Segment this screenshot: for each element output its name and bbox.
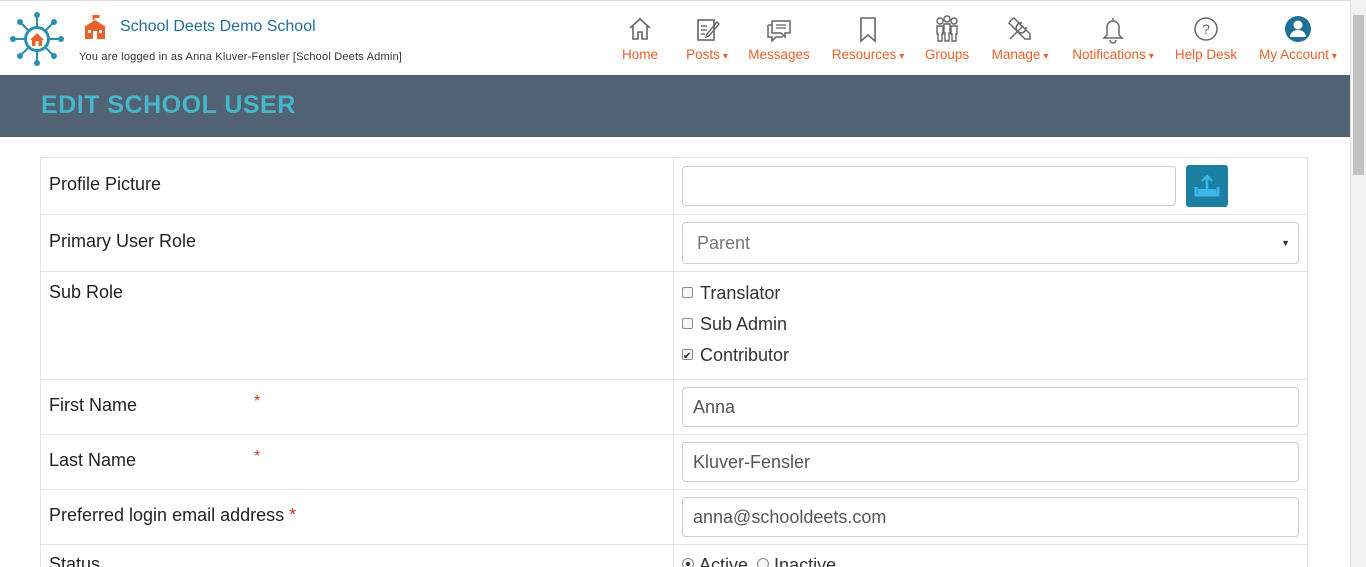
- form-control-cell: Parent ▼: [673, 214, 1308, 272]
- page-scrollbar[interactable]: [1350, 0, 1366, 567]
- nav-home-label: Home: [621, 47, 658, 62]
- form-row-email: Preferred login email address * anna@sch…: [40, 489, 1308, 545]
- groups-icon: [936, 15, 958, 42]
- form-control-cell: anna@schooldeets.com: [673, 489, 1308, 545]
- status-inactive-radio[interactable]: [757, 558, 770, 567]
- primary-role-value: Parent: [697, 233, 751, 253]
- nav-notifications-label: Notifications: [1072, 47, 1146, 62]
- nav-messages-label: Messages: [748, 47, 810, 62]
- upload-icon: [1194, 174, 1220, 197]
- school-deets-logo-icon[interactable]: [8, 11, 66, 67]
- scrollbar-thumb[interactable]: [1353, 15, 1364, 175]
- home-icon: [629, 17, 651, 40]
- status-label: Status: [49, 554, 101, 567]
- select-caret-icon: ▼: [1281, 238, 1290, 248]
- school-name[interactable]: School Deets Demo School: [120, 18, 316, 36]
- first-name-input[interactable]: Anna: [682, 387, 1299, 427]
- last-name-label: Last Name: [49, 450, 137, 470]
- nav-manage-label: Manage: [991, 47, 1041, 62]
- form-control-cell: Active Inactive: [673, 544, 1308, 567]
- last-name-input[interactable]: Kluver-Fensler: [682, 442, 1299, 482]
- nav-my-account-label: My Account: [1259, 47, 1329, 62]
- form-row-sub-role: Sub Role Translator Sub Admin Contributo…: [40, 271, 1308, 380]
- status-inactive-label: Inactive: [774, 555, 837, 567]
- logged-in-status: You are logged in as Anna Kluver-Fensler…: [79, 51, 403, 63]
- chevron-down-icon: ▾: [1043, 51, 1049, 62]
- profile-picture-label: Profile Picture: [49, 174, 162, 194]
- first-name-label: First Name: [49, 395, 138, 415]
- nav-my-account[interactable]: My Account ▾: [1254, 14, 1342, 70]
- translator-checkbox[interactable]: [682, 286, 693, 298]
- form-label-cell: Status: [40, 544, 674, 567]
- form-control-cell: Kluver-Fensler: [673, 434, 1308, 490]
- form-control-cell: [673, 157, 1308, 215]
- help-icon: ?: [1194, 17, 1218, 41]
- nav-help-desk-label: Help Desk: [1174, 47, 1238, 62]
- form-label-cell: Profile Picture: [40, 157, 674, 215]
- page-title: EDIT SCHOOL USER: [41, 91, 296, 119]
- translator-label: Translator: [700, 283, 781, 303]
- sub-role-option-translator[interactable]: Translator: [682, 282, 780, 304]
- chevron-down-icon: ▾: [1148, 51, 1154, 62]
- required-marker: *: [289, 505, 297, 525]
- nav-home[interactable]: Home: [621, 14, 659, 70]
- messages-icon: [767, 20, 791, 43]
- nav-notifications[interactable]: Notifications ▾: [1068, 14, 1158, 70]
- contributor-checkbox[interactable]: [682, 346, 693, 368]
- nav-groups-label: Groups: [924, 47, 970, 62]
- tools-icon: [1008, 17, 1031, 40]
- form-label-cell: Last Name *: [40, 434, 674, 490]
- form-row-primary-role: Primary User Role Parent ▼: [40, 214, 1308, 272]
- edit-user-form: Profile Picture Primary User Role Parent…: [40, 157, 1308, 567]
- nav-posts[interactable]: Posts ▾: [683, 14, 731, 70]
- required-marker: *: [254, 448, 261, 465]
- nav-resources[interactable]: Resources ▾: [828, 14, 908, 70]
- form-row-first-name: First Name * Anna: [40, 379, 1308, 435]
- sub-role-label: Sub Role: [49, 282, 124, 302]
- form-control-cell: Translator Sub Admin Contributor: [673, 271, 1308, 380]
- nav-groups[interactable]: Groups: [924, 14, 970, 70]
- bookmark-icon: [860, 17, 876, 43]
- svg-text:?: ?: [1202, 21, 1210, 37]
- form-label-cell: Primary User Role: [40, 214, 674, 272]
- nav-resources-label: Resources: [831, 47, 897, 62]
- chevron-down-icon: ▾: [722, 51, 728, 62]
- primary-role-select[interactable]: Parent ▼: [682, 222, 1299, 264]
- nav-help-desk[interactable]: ? Help Desk: [1173, 14, 1239, 70]
- chevron-down-icon: ▾: [899, 51, 905, 62]
- sub-admin-checkbox[interactable]: [682, 317, 693, 329]
- email-input[interactable]: anna@schooldeets.com: [682, 497, 1299, 537]
- chevron-down-icon: ▾: [1331, 51, 1337, 62]
- primary-role-label: Primary User Role: [49, 231, 197, 251]
- nav-manage[interactable]: Manage ▾: [988, 14, 1052, 70]
- status-options: Active Inactive: [682, 554, 836, 567]
- status-active-label: Active: [699, 555, 749, 567]
- form-row-profile-picture: Profile Picture: [40, 157, 1308, 215]
- form-label-cell: Preferred login email address *: [40, 489, 674, 545]
- status-active-radio[interactable]: [682, 558, 694, 567]
- form-row-last-name: Last Name * Kluver-Fensler: [40, 434, 1308, 490]
- contributor-label: Contributor: [700, 345, 790, 365]
- form-label-cell: Sub Role: [40, 271, 674, 380]
- profile-picture-field[interactable]: [682, 166, 1176, 206]
- posts-icon: [697, 19, 720, 41]
- required-marker: *: [254, 393, 261, 410]
- sub-role-option-sub-admin[interactable]: Sub Admin: [682, 313, 787, 335]
- nav-messages[interactable]: Messages: [747, 14, 811, 70]
- user-icon: [1285, 16, 1311, 42]
- upload-button[interactable]: [1186, 165, 1228, 207]
- email-label-text: Preferred login email address: [49, 505, 285, 525]
- sub-role-option-contributor[interactable]: Contributor: [682, 344, 790, 368]
- form-label-cell: First Name *: [40, 379, 674, 435]
- school-building-icon: [84, 15, 106, 39]
- form-control-cell: Anna: [673, 379, 1308, 435]
- nav-posts-label: Posts: [686, 47, 720, 62]
- email-label: Preferred login email address *: [49, 505, 296, 526]
- sub-admin-label: Sub Admin: [700, 314, 788, 334]
- bell-icon: [1102, 18, 1124, 44]
- form-row-status: Status Active Inactive: [40, 544, 1308, 567]
